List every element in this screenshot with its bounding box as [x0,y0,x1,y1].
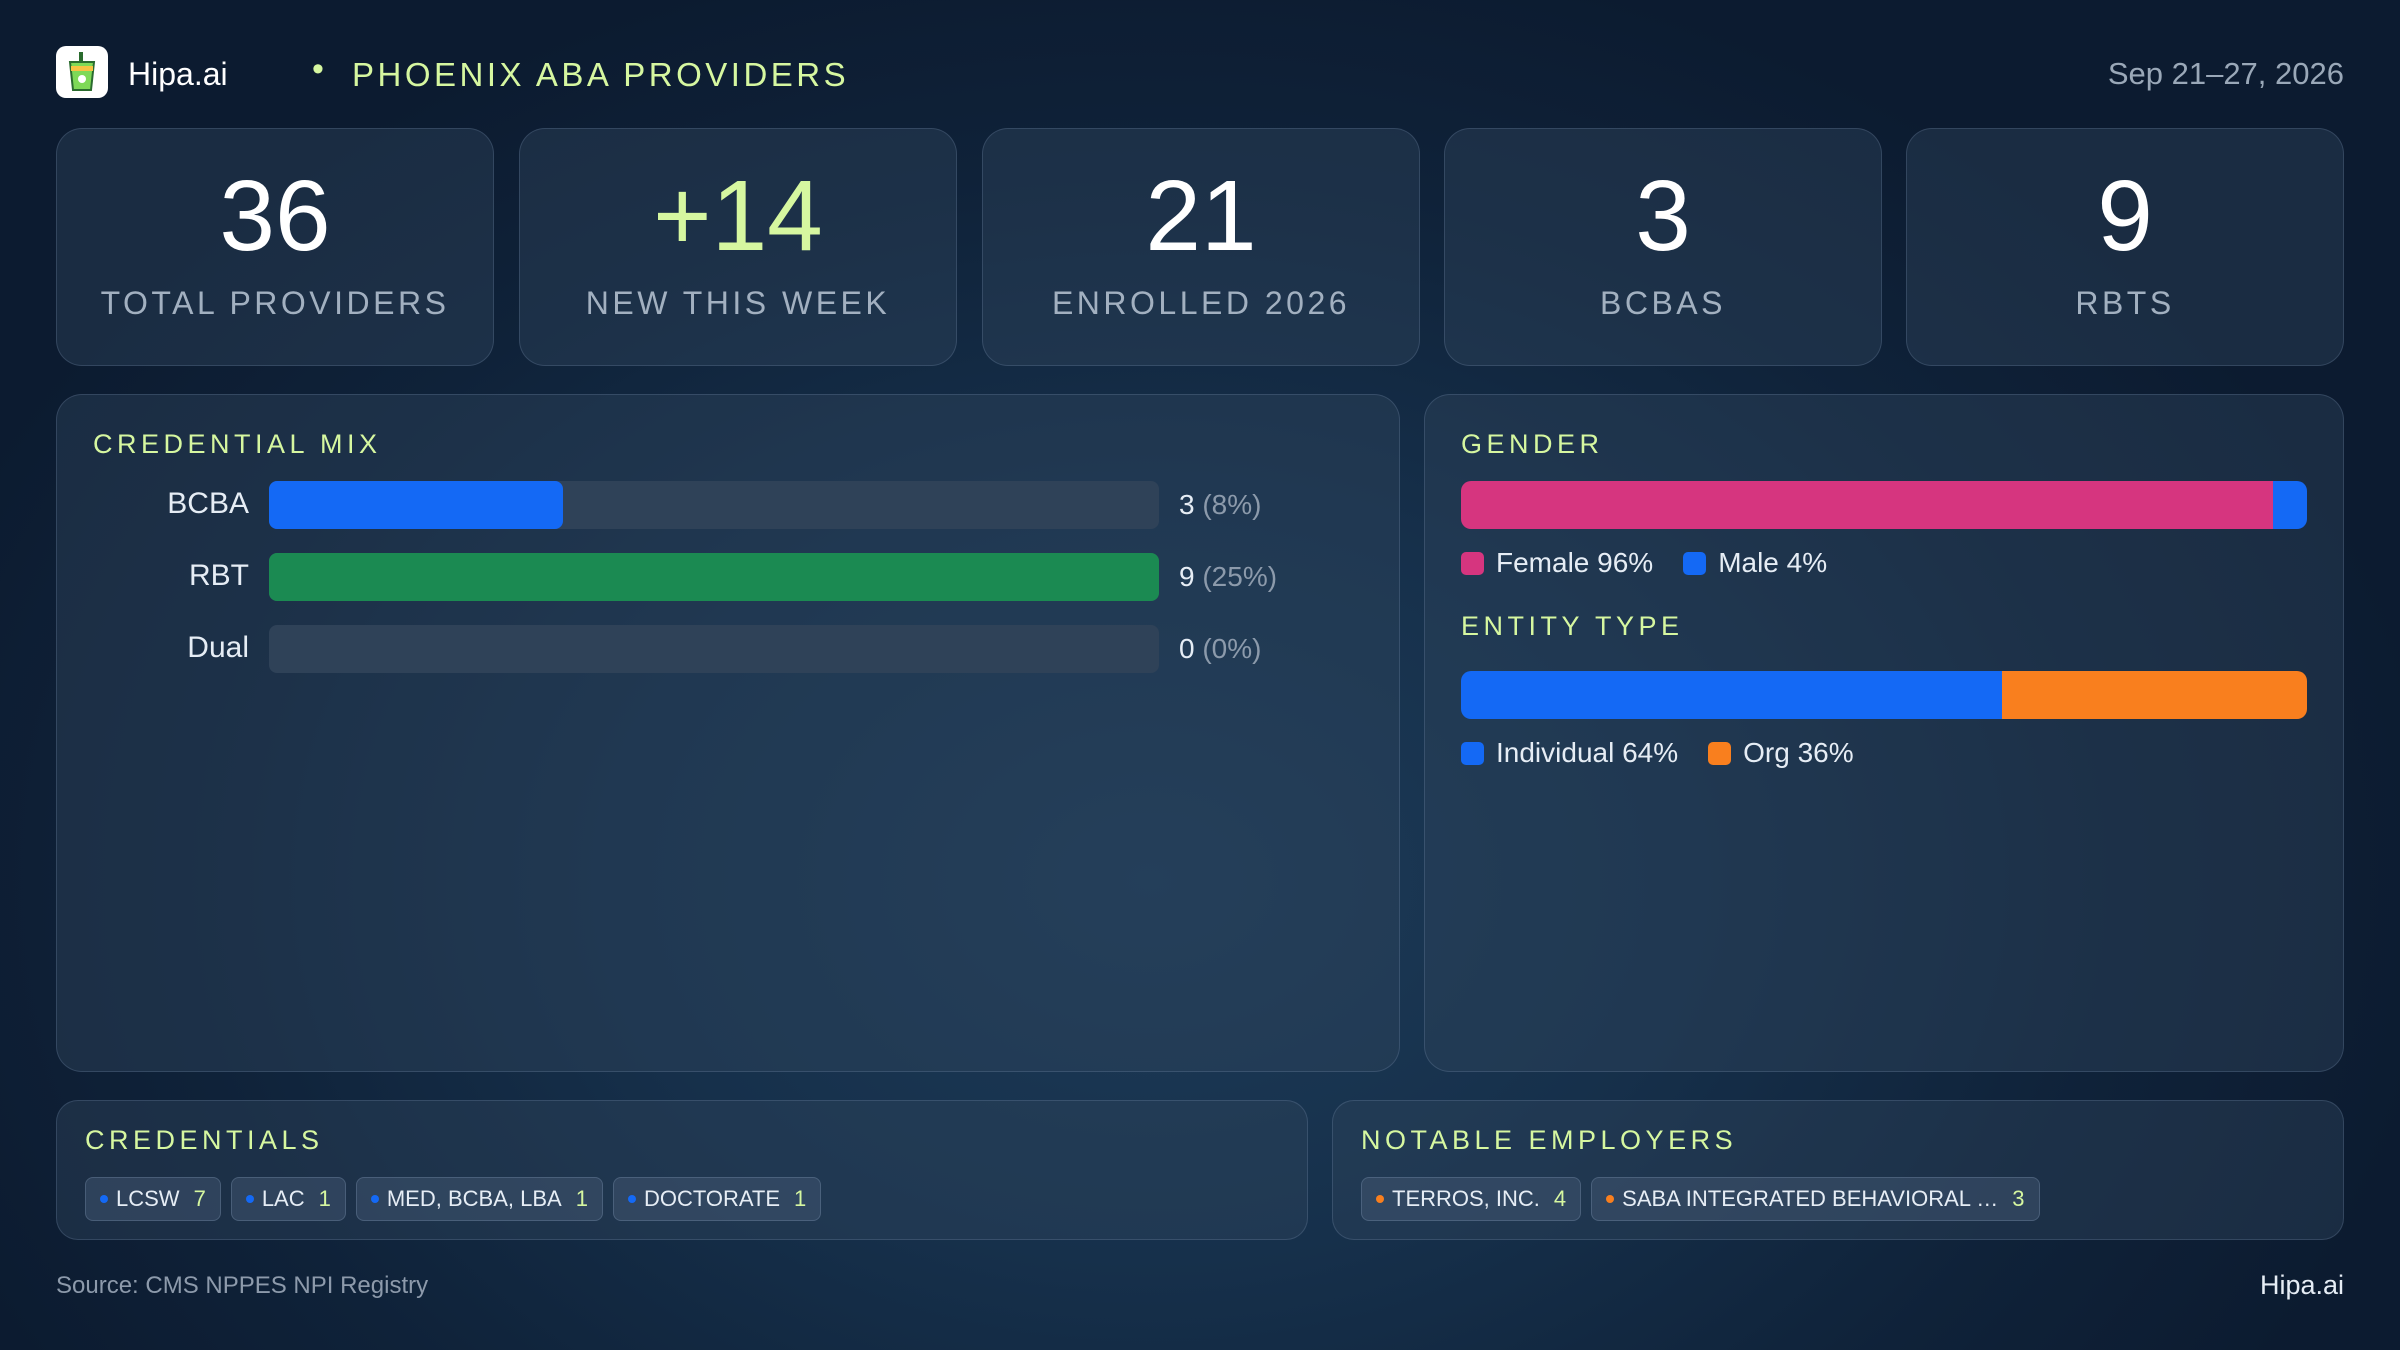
header: Hipa.ai • PHOENIX ABA PROVIDERS Sep 21–2… [56,46,2344,102]
credential-chip[interactable]: LCSW 7 [85,1177,221,1221]
bar-value-bcba: 3 (8%) [1179,489,1261,521]
bar-track-dual [269,625,1159,673]
gender-legend: Female 96% Male 4% [1461,547,1827,579]
stat-label: BCBAS [1600,285,1726,321]
bar-label-bcba: BCBA [167,487,249,520]
date-range: Sep 21–27, 2026 [2107,56,2344,91]
chip-label: TERROS, INC. [1392,1186,1540,1211]
bar-count: 9 [1179,561,1195,592]
stat-card-new-this-week: +14 NEW THIS WEEK [519,128,957,366]
credentials-panel: CREDENTIALS LCSW 7 LAC 1 MED, BCBA, LBA … [56,1100,1308,1240]
stat-card-enrolled: 21 ENROLLED 2026 [982,128,1420,366]
stat-card-rbts: 9 RBTS [1906,128,2344,366]
stat-value: +14 [653,160,823,272]
stat-value: 9 [2097,160,2153,272]
legend-label: Female 96% [1496,547,1654,578]
employer-chip[interactable]: TERROS, INC. 4 [1361,1177,1582,1221]
chip-count: 1 [318,1186,331,1211]
legend-item-male: Male 4% [1683,547,1827,579]
bar-count: 0 [1179,633,1195,664]
legend-item-individual: Individual 64% [1461,737,1678,769]
employers-panel: NOTABLE EMPLOYERS TERROS, INC. 4 SABA IN… [1332,1100,2344,1240]
chip-count: 1 [575,1186,588,1211]
stat-card-bcbas: 3 BCBAS [1444,128,1882,366]
chip-dot [627,1195,636,1203]
credential-chip[interactable]: LAC 1 [230,1177,346,1221]
demographics-panel: GENDER Female 96% Male 4% ENTITY TYPE In… [1424,394,2344,1072]
chip-dot [370,1195,379,1203]
employers-chip-list: TERROS, INC. 4 SABA INTEGRATED BEHAVIORA… [1361,1177,2040,1221]
gender-segment-male [2273,481,2307,529]
legend-swatch [1461,551,1484,575]
chip-label: LAC [261,1186,305,1211]
stat-label: TOTAL PROVIDERS [100,285,450,321]
credentials-chip-list: LCSW 7 LAC 1 MED, BCBA, LBA 1 DOCTORATE … [85,1177,822,1221]
employer-chip[interactable]: SABA INTEGRATED BEHAVIORAL … 3 [1591,1177,2040,1221]
chip-dot [100,1195,108,1203]
chip-label: SABA INTEGRATED BEHAVIORAL … [1622,1186,1999,1211]
chip-label: LCSW [116,1186,180,1211]
gender-segment-female [1461,481,2274,529]
bar-value-dual: 0 (0%) [1179,633,1261,665]
bar-track-bcba [269,481,1159,529]
credential-chip[interactable]: MED, BCBA, LBA 1 [355,1177,603,1221]
chip-count: 4 [1553,1186,1567,1211]
cup-icon [68,52,96,91]
brand-name: Hipa.ai [128,56,228,92]
entity-segment-org [2002,671,2307,719]
bar-fill-bcba [269,481,563,529]
stat-card-total-providers: 36 TOTAL PROVIDERS [56,128,494,366]
stat-value: 3 [1635,160,1691,272]
gender-title: GENDER [1461,429,1604,459]
entity-type-title: ENTITY TYPE [1461,611,1684,641]
app-logo[interactable] [56,46,108,98]
legend-label: Male 4% [1718,547,1828,578]
stat-label: RBTS [2075,285,2175,321]
chip-dot [1606,1195,1615,1203]
bar-label-dual: Dual [187,631,249,664]
entity-stacked-bar [1461,671,2307,719]
legend-item-org: Org 36% [1708,737,1854,769]
legend-item-female: Female 96% [1461,547,1653,579]
chip-count: 3 [2012,1186,2025,1211]
bar-fill-rbt [269,553,1159,601]
footer-brand: Hipa.ai [2259,1270,2344,1300]
entity-legend: Individual 64% Org 36% [1461,737,1854,769]
chip-label: MED, BCBA, LBA [386,1186,562,1211]
employers-title: NOTABLE EMPLOYERS [1361,1125,1738,1155]
entity-segment-individual [1461,671,2003,719]
source-note: Source: CMS NPPES NPI Registry [56,1272,429,1299]
credential-mix-title: CREDENTIAL MIX [93,429,382,459]
bar-percent: (8%) [1202,489,1262,520]
bar-count: 3 [1179,489,1195,520]
legend-swatch [1683,551,1707,575]
stat-label: NEW THIS WEEK [585,285,891,321]
bar-track-rbt [269,553,1159,601]
stat-value: 21 [1145,160,1257,272]
chip-label: DOCTORATE [643,1186,781,1211]
stat-label: ENROLLED 2026 [1051,285,1351,321]
gender-stacked-bar [1461,481,2307,529]
credential-chip[interactable]: DOCTORATE 1 [612,1177,822,1221]
legend-label: Org 36% [1743,737,1854,768]
page-title: PHOENIX ABA PROVIDERS [352,56,850,93]
legend-swatch [1461,741,1484,765]
bar-value-rbt: 9 (25%) [1179,561,1277,593]
chip-dot [245,1195,254,1203]
chip-count: 7 [193,1186,206,1211]
legend-swatch [1708,741,1732,765]
stat-value: 36 [219,160,331,272]
credential-mix-panel: CREDENTIAL MIX BCBA 3 (8%) RBT 9 (25%) D… [56,394,1400,1072]
credentials-title: CREDENTIALS [85,1125,324,1155]
chip-dot [1376,1195,1384,1203]
chip-count: 1 [794,1186,807,1211]
legend-label: Individual 64% [1496,737,1679,768]
bar-percent: (25%) [1202,561,1278,592]
bar-percent: (0%) [1202,633,1262,664]
bar-label-rbt: RBT [189,559,249,592]
